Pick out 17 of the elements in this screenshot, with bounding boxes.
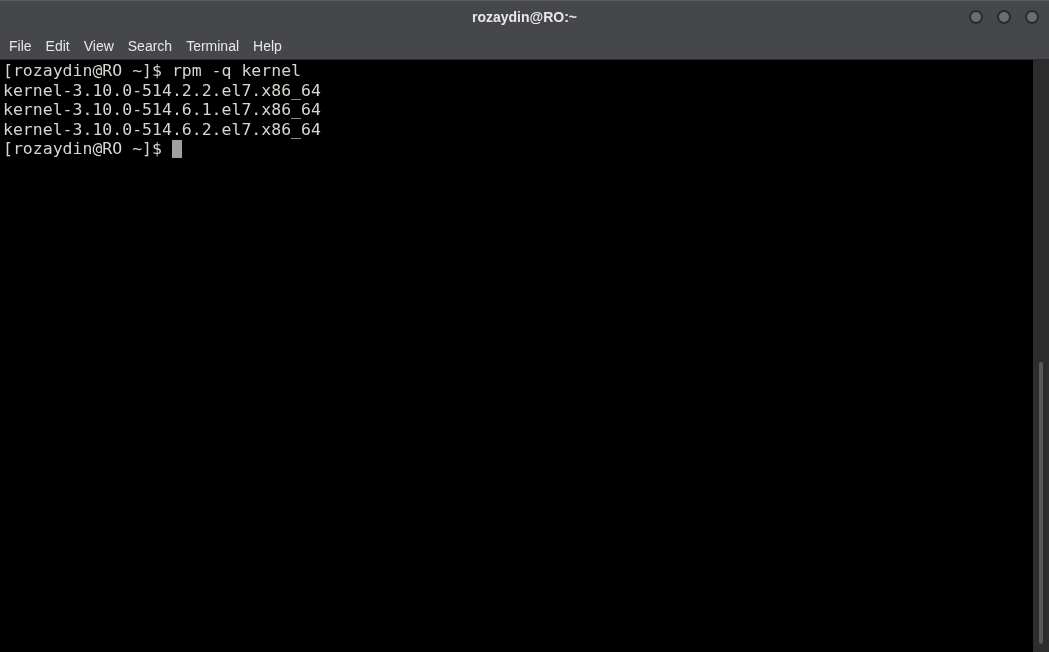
terminal-line: kernel-3.10.0-514.6.2.el7.x86_64 — [3, 119, 321, 139]
menu-item[interactable]: File — [2, 36, 39, 57]
close-button[interactable] — [1025, 10, 1039, 24]
scrollbar-thumb[interactable] — [1039, 362, 1043, 644]
maximize-button[interactable] — [997, 10, 1011, 24]
menu-item[interactable]: Terminal — [179, 36, 247, 57]
scrollbar[interactable] — [1033, 60, 1049, 652]
terminal-line: kernel-3.10.0-514.6.1.el7.x86_64 — [3, 100, 321, 120]
menu-item[interactable]: Edit — [38, 36, 77, 57]
terminal-line: [rozaydin@RO ~]$ — [3, 139, 163, 159]
window-title: rozaydin@RO:~ — [471, 8, 578, 27]
menu-item[interactable]: Search — [120, 36, 180, 57]
minimize-button[interactable] — [969, 10, 983, 24]
menu-item[interactable]: Help — [246, 36, 289, 57]
terminal-line: kernel-3.10.0-514.2.2.el7.x86_64 — [3, 80, 321, 100]
menu-item[interactable]: View — [76, 36, 121, 57]
terminal-line: [rozaydin@RO ~]$ rpm -q kernel — [3, 61, 301, 81]
